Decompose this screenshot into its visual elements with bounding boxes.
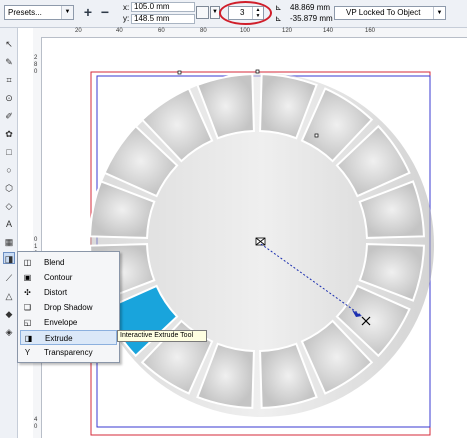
blend-icon: ◫: [23, 258, 32, 267]
drawing-canvas[interactable]: [42, 38, 467, 438]
contour-icon: ▣: [23, 273, 32, 282]
effects-flyout-menu: ◫ Blend ▣ Contour ✣ Distort ❑ Drop Shado…: [17, 251, 120, 363]
menu-item-label: Contour: [44, 273, 73, 282]
smart-fill-tool-icon[interactable]: ✿: [3, 128, 15, 140]
pick-tool-icon[interactable]: ↖: [3, 38, 15, 50]
menu-item-transparency[interactable]: Ｙ Transparency: [20, 345, 117, 360]
vanishing-point-y-field[interactable]: -35.879 mm: [290, 14, 333, 23]
x-label: x:: [123, 3, 130, 12]
ruler-tick-label: 60: [158, 28, 165, 34]
remove-preset-button[interactable]: −: [97, 4, 113, 21]
y-position-field[interactable]: 148.5 mm: [131, 14, 195, 24]
highlight-circle: [219, 1, 272, 25]
vanishing-point-dropdown[interactable]: VP Locked To Object ▼: [334, 6, 446, 20]
text-tool-icon[interactable]: A: [3, 218, 15, 230]
freehand-tool-icon[interactable]: ✐: [3, 110, 15, 122]
basic-shapes-tool-icon[interactable]: ◇: [3, 200, 15, 212]
menu-item-label: Drop Shadow: [44, 303, 93, 312]
ruler-tick-label: 20: [75, 28, 82, 34]
crop-tool-icon[interactable]: ⌗: [3, 74, 15, 86]
menu-item-drop-shadow[interactable]: ❑ Drop Shadow: [20, 300, 117, 315]
menu-item-label: Extrude: [45, 334, 73, 343]
y-label: y:: [123, 14, 130, 23]
menu-item-contour[interactable]: ▣ Contour: [20, 270, 117, 285]
menu-item-distort[interactable]: ✣ Distort: [20, 285, 117, 300]
selection-handle[interactable]: [314, 133, 319, 138]
chevron-down-icon: ▼: [433, 7, 445, 19]
ruler-tick-label: 4: [34, 417, 38, 423]
ruler-tick-label: 2: [34, 55, 38, 61]
menu-item-label: Blend: [44, 258, 65, 267]
menu-item-label: Envelope: [44, 318, 78, 327]
ruler-tick-label: 160: [365, 28, 376, 34]
vanishing-point-y-icon: ⊾: [275, 14, 282, 23]
vanishing-point-x-field[interactable]: 48.869 mm: [290, 3, 330, 12]
horizontal-ruler: 20 40 60 80 100 120 140 160: [33, 28, 467, 38]
ruler-tick-label: 8: [34, 62, 38, 68]
ruler-tick-label: 120: [282, 28, 293, 34]
vanishing-point-x-icon: ⊾: [275, 3, 282, 12]
interactive-fill-tool-icon[interactable]: ◈: [3, 326, 15, 338]
transparency-icon: Ｙ: [23, 348, 32, 357]
drop-shadow-icon: ❑: [23, 303, 32, 312]
presets-label: Presets...: [8, 8, 42, 17]
vertical-ruler: 2 8 0 0 1 6 0 4 0: [33, 37, 42, 438]
shape-tool-icon[interactable]: ✎: [3, 56, 15, 68]
x-position-field[interactable]: 105.0 mm: [131, 2, 195, 12]
ruler-tick-label: 80: [200, 28, 207, 34]
toolbox: ↖ ✎ ⌗ ⊙ ✐ ✿ □ ○ ⬡ ◇ A ▦ ◨ ⟋ △ ◆ ◈: [0, 28, 18, 438]
menu-item-extrude[interactable]: ◨ Extrude: [20, 330, 117, 345]
extrude-type-icon[interactable]: [196, 6, 209, 19]
outline-tool-icon[interactable]: △: [3, 290, 15, 302]
polygon-tool-icon[interactable]: ⬡: [3, 182, 15, 194]
interactive-effects-tool-icon[interactable]: ◨: [3, 252, 15, 264]
ruler-tick-label: 100: [240, 28, 251, 34]
eyedropper-tool-icon[interactable]: ⟋: [3, 272, 15, 284]
menu-item-blend[interactable]: ◫ Blend: [20, 255, 117, 270]
ruler-tick-label: 0: [34, 237, 38, 243]
distort-icon: ✣: [24, 288, 31, 297]
add-preset-button[interactable]: +: [80, 4, 96, 21]
ellipse-tool-icon[interactable]: ○: [3, 164, 15, 176]
property-bar: Presets... ▼ + − x: 105.0 mm y: 148.5 mm…: [0, 0, 467, 28]
extrude-icon: ◨: [24, 334, 33, 343]
tooltip: Interactive Extrude Tool: [117, 330, 207, 342]
zoom-tool-icon[interactable]: ⊙: [3, 92, 15, 104]
menu-item-envelope[interactable]: ◱ Envelope: [20, 315, 117, 330]
selection-handle[interactable]: [255, 69, 260, 74]
menu-item-label: Transparency: [44, 348, 93, 357]
presets-dropdown[interactable]: Presets... ▼: [4, 5, 74, 20]
ruler-tick-label: 0: [34, 69, 38, 75]
ruler-tick-label: 140: [323, 28, 334, 34]
ruler-tick-label: 1: [34, 244, 38, 250]
rectangle-tool-icon[interactable]: □: [3, 146, 15, 158]
vanishing-point-value: VP Locked To Object: [346, 8, 421, 17]
extrude-origin-icon[interactable]: [255, 237, 266, 246]
ruler-tick-label: 40: [116, 28, 123, 34]
selection-handle[interactable]: [177, 70, 182, 75]
chevron-down-icon: ▼: [61, 6, 73, 19]
ruler-tick-label: 0: [34, 424, 38, 430]
table-tool-icon[interactable]: ▦: [3, 236, 15, 248]
envelope-icon: ◱: [23, 318, 32, 327]
fill-tool-icon[interactable]: ◆: [3, 308, 15, 320]
menu-item-label: Distort: [44, 288, 68, 297]
